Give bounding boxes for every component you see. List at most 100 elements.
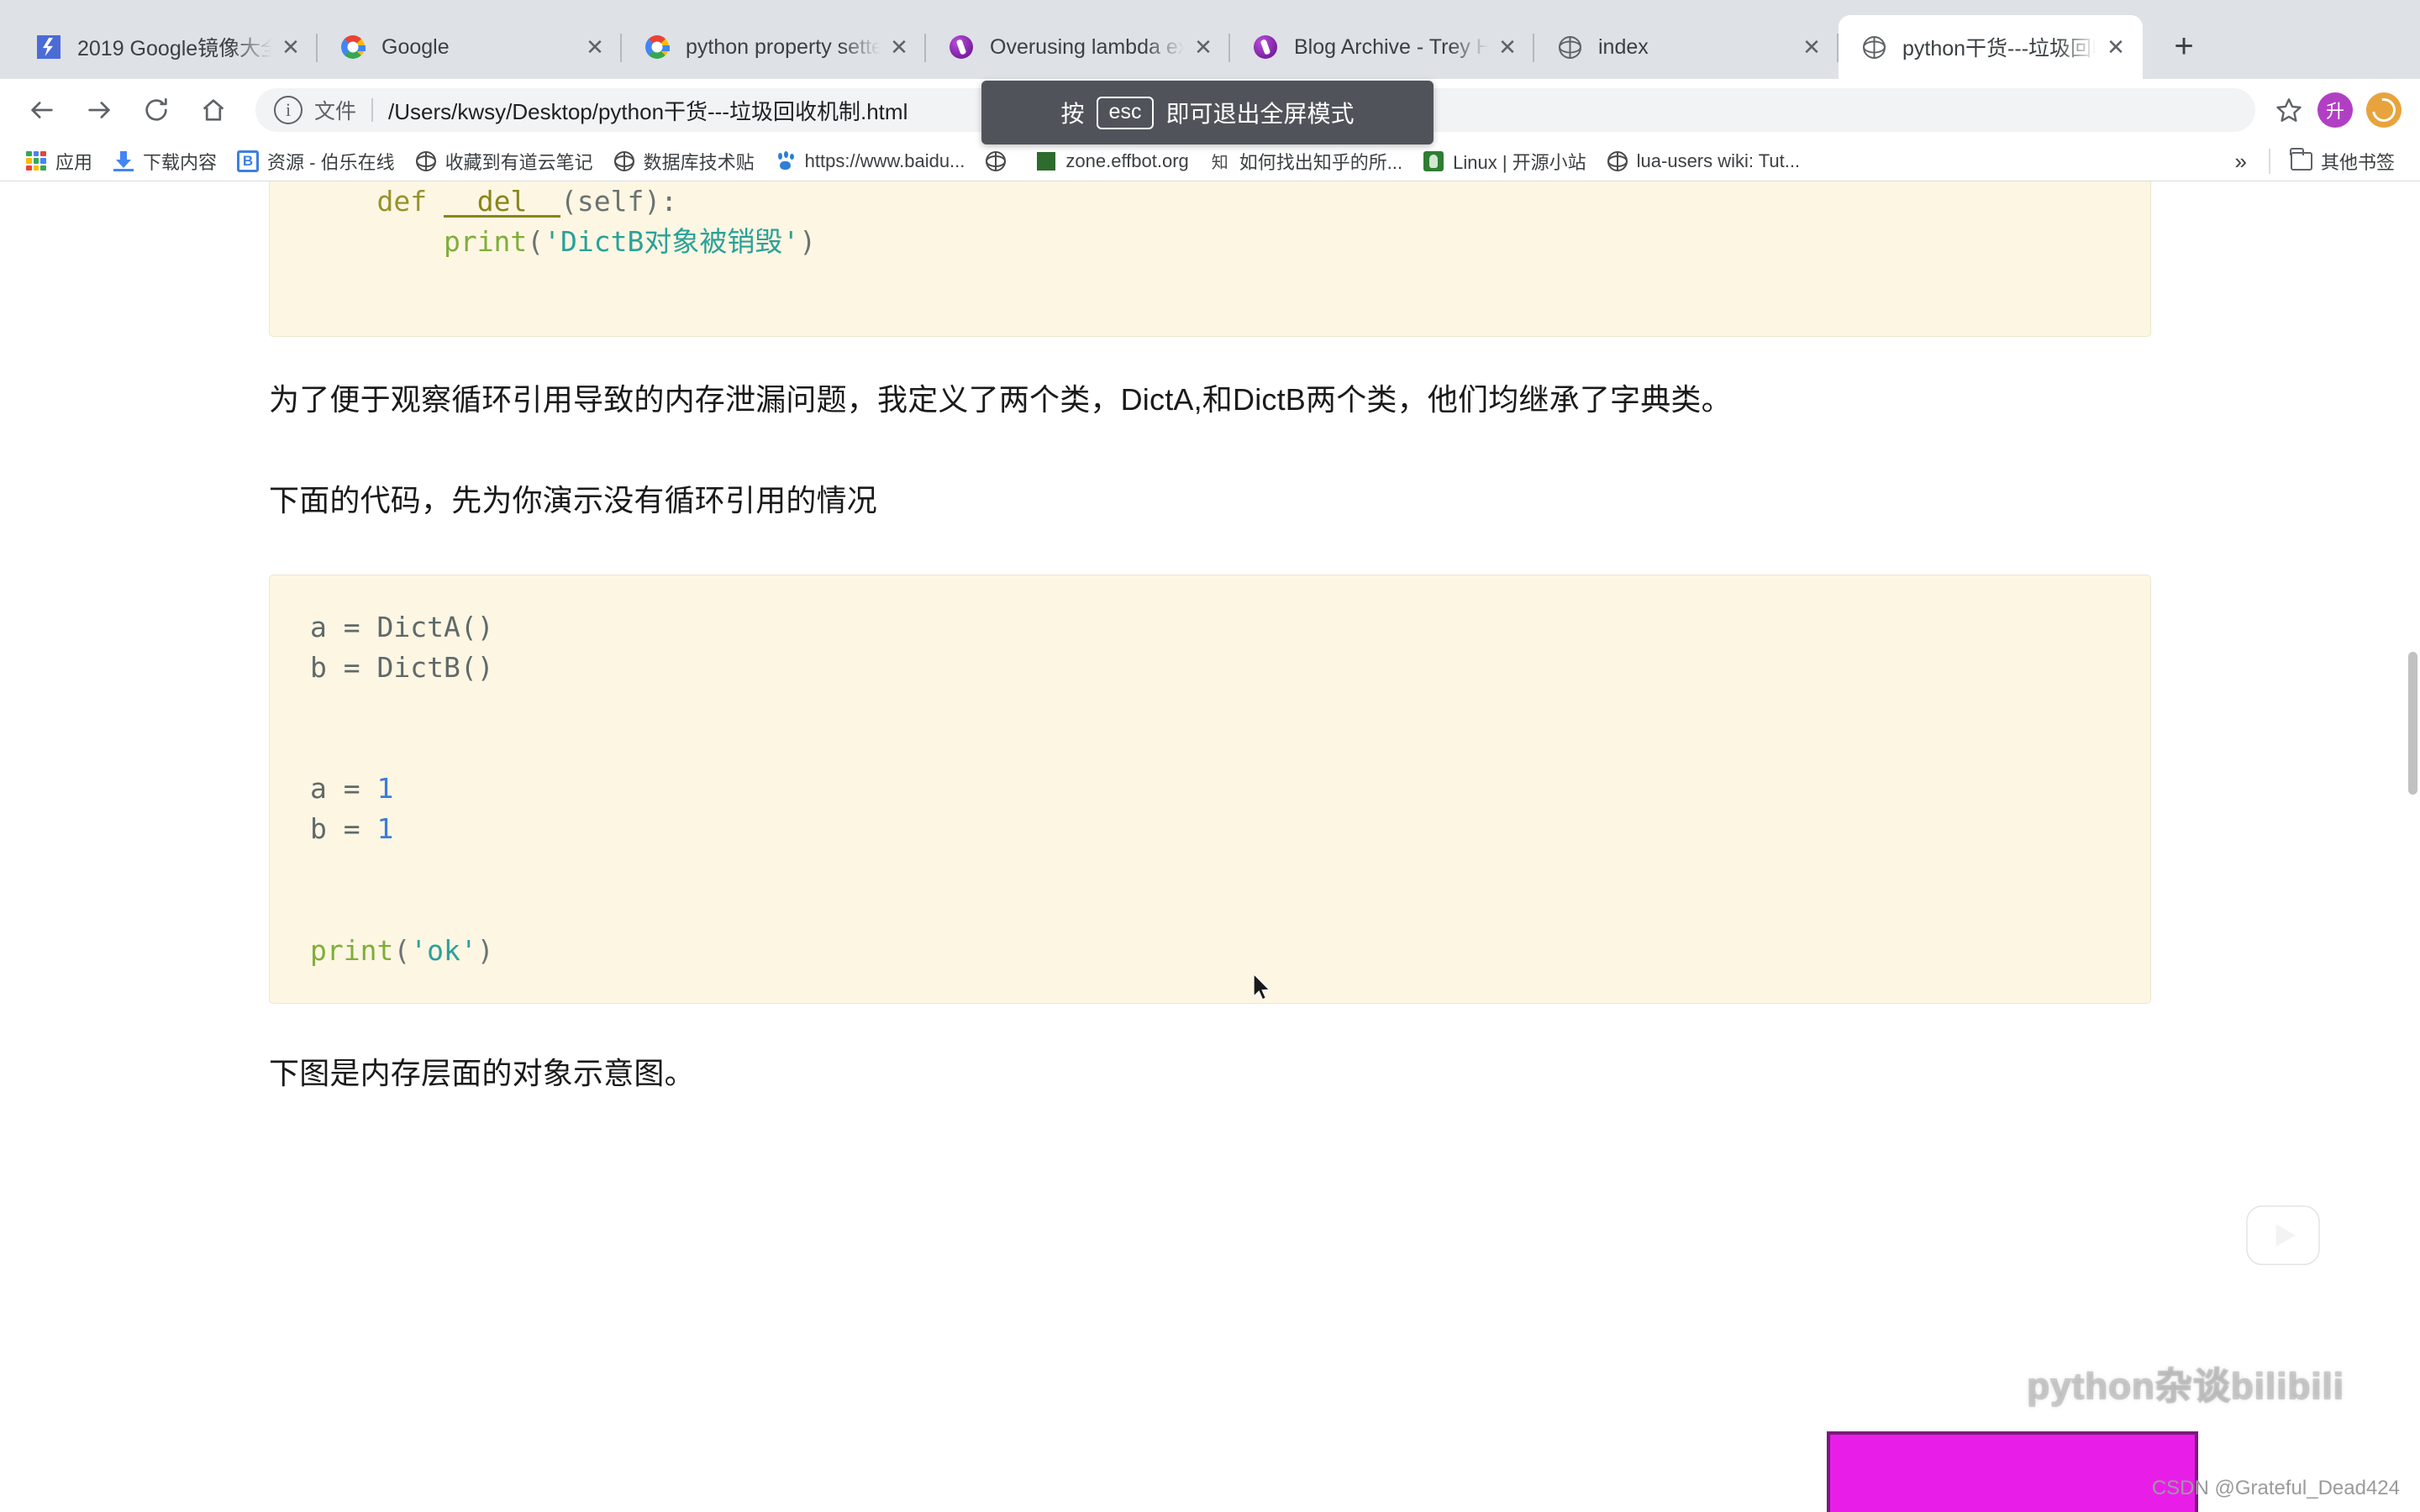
scrollbar-thumb[interactable] — [2408, 652, 2417, 795]
url-text: /Users/kwsy/Desktop/python干货---垃圾回收机制.ht… — [388, 98, 908, 124]
globe-icon — [613, 150, 635, 172]
tab-title: Blog Archive - Trey Hu — [1294, 34, 1492, 59]
purple-pencil-icon — [948, 34, 975, 60]
bookmark-database[interactable]: 数据库技术贴 — [603, 144, 765, 179]
url-scheme-label: 文件 — [314, 100, 357, 123]
globe-icon — [1607, 150, 1628, 172]
bookmark-label: 资源 - 伯乐在线 — [267, 151, 395, 173]
reload-button[interactable] — [133, 87, 180, 134]
bookmark-label: 下载内容 — [143, 151, 218, 173]
tab-title: python property sette — [686, 34, 883, 59]
code-line: a = 1 — [310, 769, 2110, 809]
code-token: ) — [476, 934, 494, 967]
browser-tab-0[interactable]: 2019 Google镜像大全、 ✕ — [13, 15, 318, 79]
tab-title: Overusing lambda exp — [990, 34, 1188, 59]
bilibili-logo-watermark-icon — [2246, 1191, 2320, 1266]
bookmark-label: 收藏到有道云笔记 — [445, 151, 593, 173]
tab-title: Google — [381, 34, 450, 59]
globe-icon — [1860, 34, 1887, 60]
paragraph-3: 下图是内存层面的对象示意图。 — [269, 1056, 695, 1091]
code-token: 'DictB对象被销毁' — [544, 225, 800, 259]
bookmark-star-icon[interactable] — [2267, 88, 2311, 132]
forward-button[interactable] — [76, 87, 123, 134]
browser-tab-3[interactable]: Overusing lambda exp ✕ — [926, 15, 1230, 79]
globe-icon — [985, 150, 1007, 172]
google-icon — [644, 34, 671, 60]
bookmark-zhihu[interactable]: 知 如何找出知乎的所... — [1199, 144, 1413, 179]
bole-icon: B — [237, 150, 260, 172]
esc-key-badge: esc — [1096, 96, 1155, 129]
tab-title: python干货---垃圾回收 — [1902, 37, 2101, 60]
home-button[interactable] — [190, 87, 237, 134]
code-line: print('DictB对象被销毁') — [310, 222, 2110, 262]
omnibox-divider — [371, 98, 374, 122]
toast-suffix: 即可退出全屏模式 — [1165, 101, 1355, 127]
paragraph-2: 下面的代码，先为你演示没有循环引用的情况 — [269, 483, 878, 518]
extension-icon[interactable] — [2366, 92, 2402, 128]
code-line: b = DictB() — [310, 648, 2110, 688]
tab-close-icon[interactable]: ✕ — [580, 32, 610, 62]
blue-doc-icon — [35, 34, 62, 60]
code-line: def __del__(self): — [310, 181, 2110, 222]
browser-tab-6-active[interactable]: python干货---垃圾回收 ✕ — [1839, 15, 2143, 79]
channel-watermark: python杂谈bilibili — [2027, 1356, 2344, 1410]
code-token: def — [376, 185, 444, 218]
tab-close-icon[interactable]: ✕ — [884, 32, 914, 62]
linux-icon — [1423, 150, 1444, 172]
code-token: ( — [393, 934, 411, 967]
globe-icon — [1556, 34, 1583, 60]
bookmark-linux[interactable]: Linux | 开源小站 — [1413, 144, 1597, 179]
code-block-main: a = DictA() b = DictB() a = 1b = 1 print(… — [269, 574, 2151, 1005]
site-info-icon[interactable]: i — [274, 96, 302, 124]
tab-close-icon[interactable]: ✕ — [1188, 32, 1218, 62]
page-scrollbar[interactable] — [2407, 181, 2420, 1512]
bookmark-label: 应用 — [55, 151, 93, 173]
bookmark-lua-users[interactable]: lua-users wiki: Tut... — [1597, 144, 1810, 179]
code-block-top: def __del__(self): print('DictB对象被销毁') — [269, 181, 2151, 337]
toast-prefix: 按 — [1060, 101, 1085, 127]
browser-tab-5[interactable]: index ✕ — [1534, 15, 1839, 79]
bookmark-label: https://www.baidu... — [804, 150, 965, 171]
back-button[interactable] — [18, 87, 66, 134]
fullscreen-exit-toast: 按 esc 即可退出全屏模式 — [981, 81, 1434, 144]
baidu-paw-icon — [775, 150, 797, 172]
bookmarks-bar-right: » 其他书签 — [2223, 141, 2405, 181]
tab-title: index — [1598, 34, 1649, 59]
bookmark-apps[interactable]: 应用 — [15, 144, 103, 179]
browser-tab-4[interactable]: Blog Archive - Trey Hu ✕ — [1230, 15, 1534, 79]
code-token: ) — [799, 225, 817, 259]
code-token: b = — [310, 650, 377, 684]
folder-icon — [2290, 148, 2312, 172]
bookmark-bole[interactable]: B 资源 - 伯乐在线 — [227, 144, 405, 179]
code-token: ( — [527, 225, 544, 259]
download-icon — [113, 150, 134, 172]
bookmark-baidu[interactable]: https://www.baidu... — [765, 144, 976, 179]
new-tab-button[interactable]: + — [2158, 20, 2210, 72]
zhihu-icon: 知 — [1211, 154, 1228, 172]
tab-close-icon[interactable]: ✕ — [276, 32, 306, 62]
bookmarks-overflow-button[interactable]: » — [2223, 149, 2259, 175]
code-token: 1 — [376, 812, 394, 846]
tab-close-icon[interactable]: ✕ — [1797, 32, 1827, 62]
bookmark-downloads[interactable]: 下载内容 — [103, 144, 227, 179]
code-token: a = — [310, 610, 377, 643]
bookmark-unnamed[interactable] — [975, 144, 1025, 179]
bookmark-youdao[interactable]: 收藏到有道云笔记 — [405, 144, 603, 179]
code-token: b = — [310, 812, 377, 846]
code-token: a = — [310, 772, 377, 806]
profile-avatar[interactable]: 升 — [2317, 92, 2353, 128]
tab-close-icon[interactable]: ✕ — [2101, 32, 2131, 62]
page-viewport: def __del__(self): print('DictB对象被销毁') 为… — [0, 181, 2420, 1512]
tab-close-icon[interactable]: ✕ — [1492, 32, 1523, 62]
code-line: b = 1 — [310, 809, 2110, 849]
browser-tab-2[interactable]: python property sette ✕ — [622, 15, 926, 79]
bookmark-effbot[interactable]: zone.effbot.org — [1025, 144, 1198, 179]
csdn-watermark: CSDN @Grateful_Dead424 — [2151, 1477, 2400, 1499]
bookmark-label: lua-users wiki: Tut... — [1636, 150, 1801, 171]
other-bookmarks-button[interactable]: 其他书签 — [2281, 144, 2405, 179]
code-token: 1 — [376, 772, 394, 806]
browser-tab-1[interactable]: Google ✕ — [318, 15, 622, 79]
watermark-brand: bilibili — [2230, 1365, 2344, 1408]
